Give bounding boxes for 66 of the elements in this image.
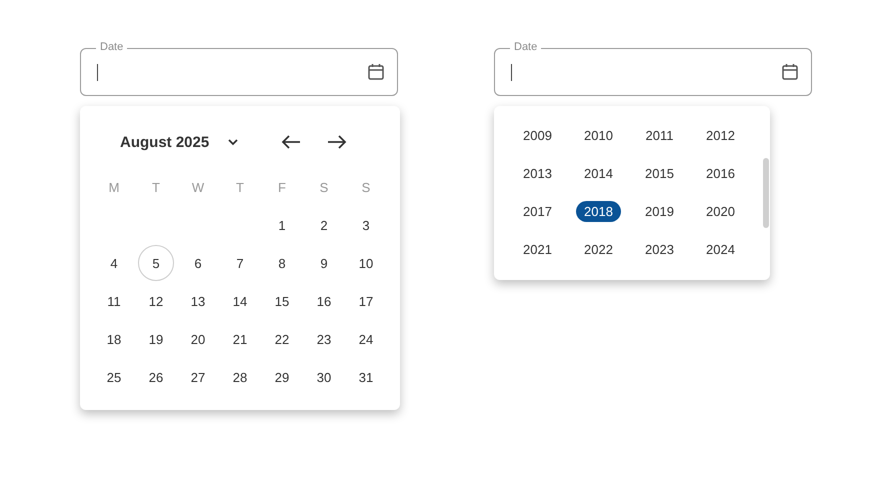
day-cell[interactable]: 30 — [306, 359, 342, 395]
year-option[interactable]: 2014 — [576, 162, 621, 184]
day-cell[interactable]: 21 — [222, 321, 258, 357]
year-option[interactable]: 2012 — [698, 124, 743, 146]
month-dropdown-button[interactable] — [227, 138, 240, 146]
day-cell[interactable]: 18 — [96, 321, 132, 357]
text-cursor — [511, 64, 512, 80]
day-cell[interactable]: 11 — [96, 283, 132, 319]
calendar-icon[interactable] — [367, 63, 385, 81]
year-option[interactable]: 2018 — [576, 200, 621, 222]
day-cell[interactable]: 12 — [138, 283, 174, 319]
day-cell[interactable]: 17 — [348, 283, 384, 319]
previous-month-button[interactable] — [281, 135, 302, 149]
year-option[interactable]: 2021 — [515, 238, 560, 260]
day-cell[interactable]: 3 — [348, 207, 384, 243]
year-option[interactable]: 2013 — [515, 162, 560, 184]
day-cell[interactable]: 2 — [306, 207, 342, 243]
weekday-label: T — [151, 178, 161, 196]
day-cell[interactable]: 6 — [180, 245, 216, 281]
year-option[interactable]: 2009 — [515, 124, 560, 146]
arrow-right-icon — [327, 135, 348, 149]
day-cell[interactable]: 15 — [264, 283, 300, 319]
day-cell[interactable]: 8 — [264, 245, 300, 281]
year-option[interactable]: 2011 — [638, 124, 682, 146]
day-cell[interactable]: 26 — [138, 359, 174, 395]
day-cell[interactable]: 28 — [222, 359, 258, 395]
weekday-label: M — [108, 178, 120, 196]
year-option[interactable]: 2023 — [637, 238, 682, 260]
day-cell[interactable]: 22 — [264, 321, 300, 357]
scrollbar-thumb[interactable] — [763, 158, 769, 228]
day-cell[interactable]: 27 — [180, 359, 216, 395]
day-cell[interactable]: 24 — [348, 321, 384, 357]
month-label: August 2025 — [120, 134, 210, 150]
day-cell[interactable]: 1 — [264, 207, 300, 243]
year-option[interactable]: 2010 — [576, 124, 621, 146]
weekday-label: T — [235, 178, 245, 196]
weekday-label: S — [360, 178, 372, 196]
day-cell[interactable]: 19 — [138, 321, 174, 357]
weekday-label: W — [190, 178, 206, 196]
day-cell[interactable]: 16 — [306, 283, 342, 319]
year-option[interactable]: 2017 — [515, 200, 560, 222]
chevron-down-icon — [227, 138, 240, 146]
weekday-label: S — [318, 178, 330, 196]
year-option[interactable]: 2022 — [576, 238, 621, 260]
next-month-button[interactable] — [327, 135, 348, 149]
day-cell[interactable]: 29 — [264, 359, 300, 395]
arrow-left-icon — [281, 135, 302, 149]
year-option[interactable]: 2019 — [637, 200, 682, 222]
calendar-icon[interactable] — [781, 63, 799, 81]
day-cell[interactable]: 4 — [96, 245, 132, 281]
year-option[interactable]: 2015 — [637, 162, 682, 184]
year-option[interactable]: 2024 — [698, 238, 743, 260]
year-option[interactable]: 2020 — [698, 200, 743, 222]
day-cell[interactable]: 25 — [96, 359, 132, 395]
day-cell[interactable]: 10 — [348, 245, 384, 281]
day-cell[interactable]: 5 — [138, 245, 174, 281]
day-cell[interactable]: 31 — [348, 359, 384, 395]
text-cursor — [97, 64, 98, 80]
day-cell[interactable]: 14 — [222, 283, 258, 319]
day-cell[interactable]: 9 — [306, 245, 342, 281]
weekday-label: F — [277, 178, 287, 196]
year-option[interactable]: 2016 — [698, 162, 743, 184]
day-cell[interactable]: 23 — [306, 321, 342, 357]
day-cell[interactable]: 13 — [180, 283, 216, 319]
day-cell[interactable]: 20 — [180, 321, 216, 357]
day-cell[interactable]: 7 — [222, 245, 258, 281]
